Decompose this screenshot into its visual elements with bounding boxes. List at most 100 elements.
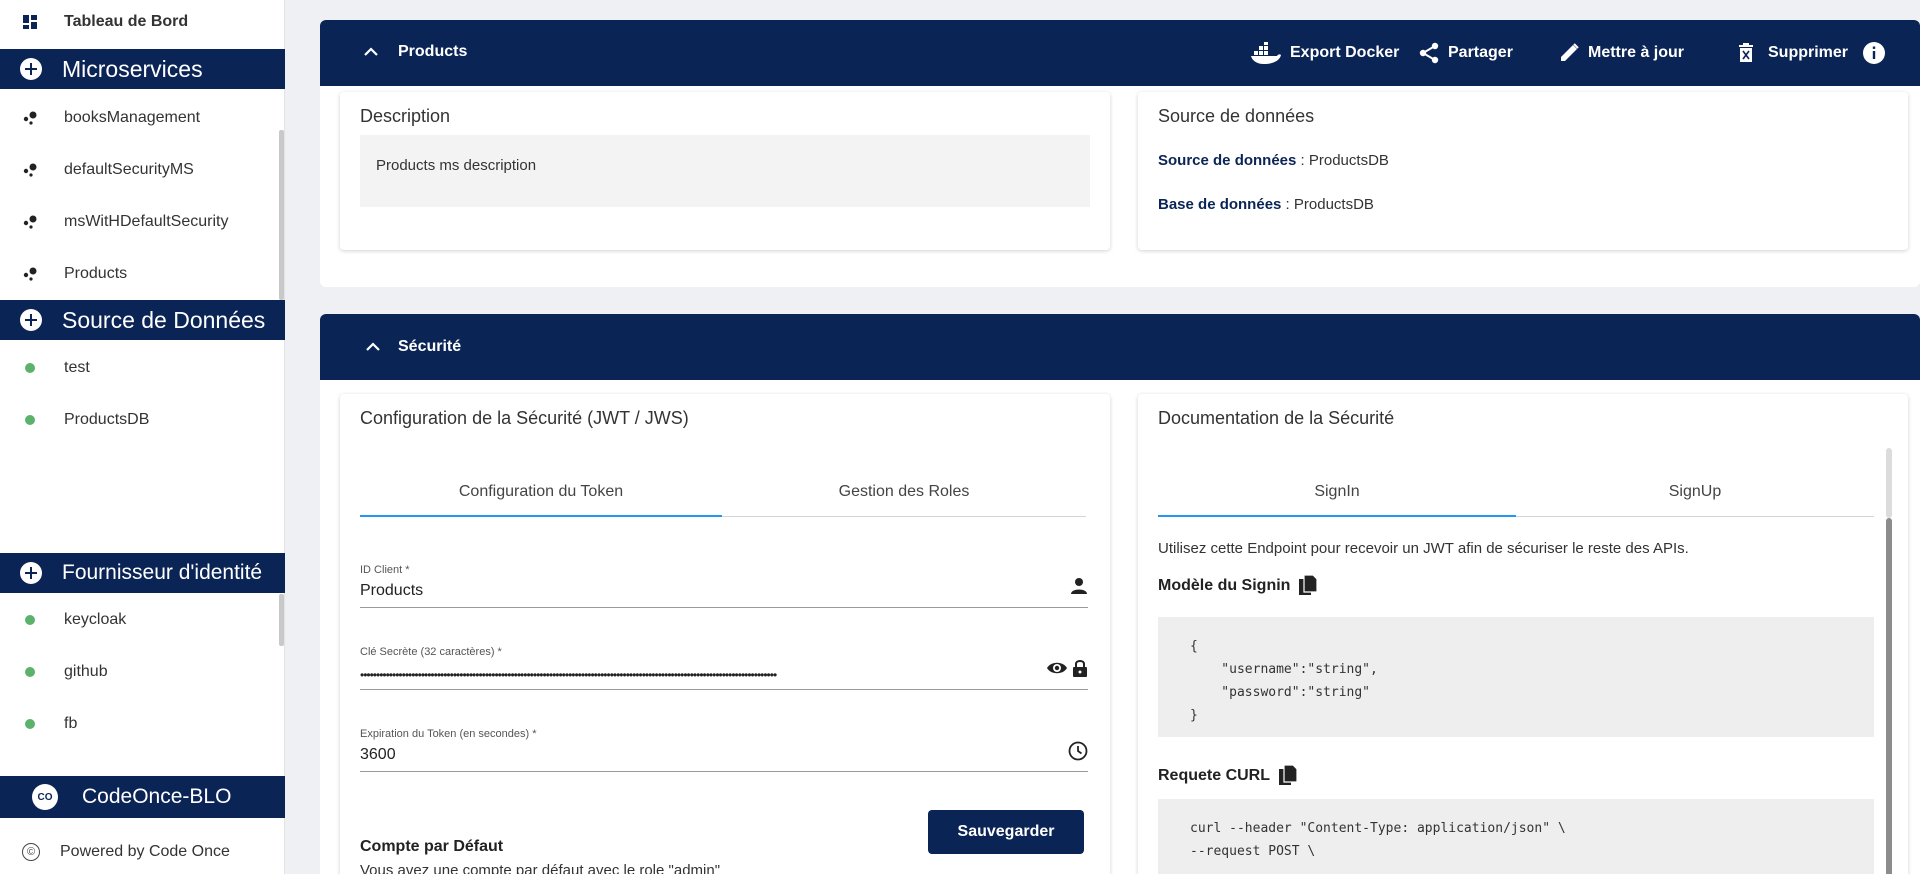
- sidebar-item-mswithdefaultsecurity[interactable]: msWitHDefaultSecurity: [0, 202, 280, 242]
- panel-title: Products: [398, 43, 468, 60]
- docs-tabs-scrollbar[interactable]: [1886, 448, 1892, 518]
- description-title: Description: [360, 106, 451, 126]
- security-panel: Sécurité Configuration de la Sécurité (J…: [320, 314, 1920, 874]
- save-label: Sauvegarder: [957, 823, 1055, 840]
- sidebar-item-label: msWitHDefaultSecurity: [64, 213, 229, 230]
- lock-icon: [1072, 659, 1088, 677]
- docs-intro: Utilisez cette Endpoint pour recevoir un…: [1158, 540, 1689, 557]
- plus-icon: [20, 562, 42, 584]
- status-dot-icon: [20, 363, 40, 373]
- tab-token-config[interactable]: Configuration du Token: [360, 468, 722, 516]
- powered-by-text: Powered by Code Once: [60, 843, 230, 860]
- save-button[interactable]: Sauvegarder: [928, 810, 1084, 854]
- token-expiration-field[interactable]: Expiration du Token (en secondes) *: [360, 728, 1088, 772]
- microservice-icon: [20, 267, 40, 281]
- config-title: Configuration de la Sécurité (JWT / JWS): [360, 408, 689, 428]
- sidebar-section-microservices[interactable]: Microservices: [0, 49, 285, 89]
- curl-title: Requete CURL: [1158, 767, 1271, 784]
- tab-label: SignIn: [1314, 483, 1360, 500]
- status-dot-icon: [20, 667, 40, 677]
- status-dot-icon: [20, 415, 40, 425]
- panel-title: Sécurité: [398, 338, 462, 355]
- brand-name: CodeOnce-BLO: [82, 785, 232, 808]
- tab-signin[interactable]: SignIn: [1158, 468, 1516, 516]
- secret-key-input[interactable]: ••••••••••••••••••••••••••••••••••••••••…: [360, 668, 1036, 682]
- clock-icon: [1068, 741, 1088, 761]
- eye-icon[interactable]: [1046, 659, 1068, 677]
- sidebar-item-github[interactable]: github: [0, 652, 280, 692]
- docs-scrollbar[interactable]: [1886, 518, 1892, 874]
- tab-label: Gestion des Roles: [838, 483, 970, 500]
- delete-icon: [1738, 43, 1754, 63]
- tab-signup[interactable]: SignUp: [1516, 468, 1874, 516]
- docker-icon: [1250, 42, 1282, 64]
- sidebar-section-identity-providers[interactable]: Fournisseur d'identité: [0, 553, 285, 593]
- microservice-icon: [20, 215, 40, 229]
- sidebar-item-defaultsecurityms[interactable]: defaultSecurityMS: [0, 150, 280, 190]
- signin-model-code: { "username":"string", "password":"strin…: [1158, 617, 1874, 737]
- info-icon[interactable]: [1862, 41, 1886, 65]
- sidebar-item-booksmanagement[interactable]: booksManagement: [0, 98, 280, 138]
- default-account-title: Compte par Défaut: [360, 838, 504, 855]
- section-label: Source de Données: [62, 306, 266, 333]
- delete-label: Supprimer: [1768, 44, 1849, 61]
- sidebar-item-products[interactable]: Products: [0, 254, 280, 294]
- security-config-card: Configuration de la Sécurité (JWT / JWS)…: [340, 394, 1110, 874]
- sidebar-item-test[interactable]: test: [0, 348, 280, 388]
- export-docker-button[interactable]: Export Docker: [1250, 20, 1399, 86]
- share-button[interactable]: Partager: [1418, 20, 1513, 86]
- sidebar-section-datasources[interactable]: Source de Données: [0, 300, 285, 340]
- tab-label: SignUp: [1668, 483, 1722, 500]
- curl-heading: Requete CURL: [1158, 764, 1298, 788]
- section-label: Fournisseur d'identité: [62, 561, 263, 584]
- security-panel-header: Sécurité: [320, 314, 1920, 380]
- datasource-card: Source de données Source de données : Pr…: [1138, 92, 1908, 250]
- copy-icon[interactable]: [1298, 574, 1319, 598]
- pencil-icon: [1558, 42, 1580, 64]
- sidebar: Tableau de Bord Microservices booksManag…: [0, 0, 285, 874]
- share-label: Partager: [1448, 44, 1513, 61]
- database-value: : ProductsDB: [1281, 196, 1374, 213]
- sidebar-footer: © Powered by Code Once: [0, 830, 285, 874]
- database-key: Base de données: [1158, 196, 1282, 213]
- curl-code: curl --header "Content-Type: application…: [1158, 799, 1874, 874]
- sidebar-item-label: defaultSecurityMS: [64, 161, 194, 178]
- export-docker-label: Export Docker: [1290, 44, 1400, 61]
- plus-icon: [20, 58, 42, 80]
- token-expiration-input[interactable]: [360, 746, 1020, 764]
- dashboard-icon: [20, 14, 40, 30]
- share-icon: [1418, 42, 1440, 64]
- sidebar-item-label: keycloak: [64, 611, 127, 628]
- default-account-text: Vous avez une compte par défaut avec le …: [360, 862, 721, 874]
- sidebar-item-productsdb[interactable]: ProductsDB: [0, 400, 280, 440]
- datasource-value: : ProductsDB: [1296, 152, 1389, 169]
- sidebar-item-label: Tableau de Bord: [64, 13, 189, 30]
- field-label: Expiration du Token (en secondes) *: [360, 728, 537, 740]
- secret-key-icons: [1046, 659, 1088, 677]
- tab-roles[interactable]: Gestion des Roles: [722, 468, 1086, 516]
- delete-button[interactable]: Supprimer: [1738, 20, 1848, 86]
- update-label: Mettre à jour: [1588, 44, 1685, 61]
- brand-bar: CO CodeOnce-BLO: [0, 776, 285, 818]
- sidebar-item-label: test: [64, 359, 90, 376]
- products-panel-header: Products Export Docker Partager Mettre à…: [320, 20, 1920, 86]
- datasource-key: Source de données: [1158, 152, 1297, 169]
- datasource-title: Source de données: [1158, 106, 1315, 126]
- sidebar-item-dashboard[interactable]: Tableau de Bord: [0, 2, 280, 42]
- client-id-field[interactable]: ID Client *: [360, 564, 1088, 608]
- sidebar-item-keycloak[interactable]: keycloak: [0, 600, 280, 640]
- client-id-input[interactable]: [360, 582, 1020, 600]
- sidebar-item-fb[interactable]: fb: [0, 704, 280, 744]
- chevron-up-icon[interactable]: [364, 47, 378, 57]
- database-row: Base de données : ProductsDB: [1158, 196, 1374, 213]
- copyright-icon: ©: [22, 843, 40, 861]
- copy-icon[interactable]: [1278, 764, 1298, 788]
- sidebar-item-label: Products: [64, 265, 128, 282]
- sidebar-item-label: github: [64, 663, 108, 680]
- docs-title: Documentation de la Sécurité: [1158, 408, 1395, 428]
- tab-active-indicator: [360, 515, 722, 517]
- chevron-up-icon[interactable]: [366, 342, 380, 352]
- update-button[interactable]: Mettre à jour: [1558, 20, 1684, 86]
- person-icon: [1070, 577, 1088, 595]
- secret-key-field[interactable]: Clé Secrète (32 caractères) * ••••••••••…: [360, 646, 1088, 690]
